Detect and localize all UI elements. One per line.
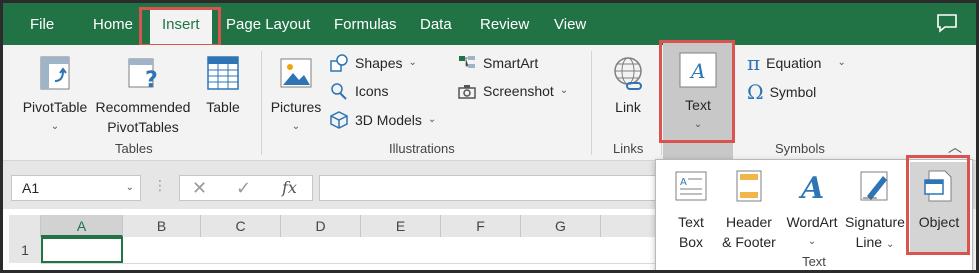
group-label-text: Text — [802, 254, 826, 269]
tab-formulas[interactable]: Formulas — [334, 12, 397, 38]
signature-line-button[interactable]: Signature Line ⌄ — [842, 168, 908, 255]
column-header[interactable] — [601, 215, 657, 237]
chevron-down-icon: ⌄ — [408, 57, 417, 68]
column-header[interactable]: B — [123, 215, 201, 237]
chevron-down-icon: ⌄ — [291, 121, 301, 132]
formula-input[interactable] — [319, 175, 659, 201]
tab-review[interactable]: Review — [480, 12, 529, 38]
svg-text:A: A — [680, 177, 687, 188]
symbol-button[interactable]: Ω Symbol — [747, 82, 816, 102]
recommended-pivottables-icon: ? — [91, 53, 195, 97]
signature-line-icon — [842, 168, 908, 212]
grid-line — [41, 263, 661, 264]
svg-text:A: A — [798, 171, 824, 204]
pictures-icon — [267, 53, 325, 97]
formula-buttons: ✕ ✓ fx — [179, 175, 313, 201]
column-header[interactable]: A — [41, 215, 123, 237]
group-label-tables: Tables — [115, 141, 153, 156]
chevron-down-icon: ⌄ — [559, 85, 569, 96]
tab-file[interactable]: File — [30, 12, 54, 38]
group-separator — [261, 51, 262, 155]
column-header[interactable]: C — [201, 215, 281, 237]
wordart-icon: A — [782, 168, 842, 212]
header-footer-button[interactable]: Header & Footer — [716, 168, 782, 252]
smartart-button[interactable]: SmartArt — [457, 53, 538, 73]
smartart-icon — [459, 56, 475, 68]
camera-icon — [458, 85, 476, 99]
table-icon — [199, 53, 247, 97]
cube-icon — [330, 111, 348, 129]
link-globe-icon — [601, 53, 655, 97]
grip-icon: ⋮ — [153, 177, 167, 193]
row-header[interactable]: 1 — [9, 237, 41, 263]
column-header[interactable]: D — [281, 215, 361, 237]
text-button-highlight — [659, 40, 735, 143]
group-label-illustrations: Illustrations — [389, 141, 455, 156]
cancel-icon[interactable]: ✕ — [192, 178, 207, 199]
tab-data[interactable]: Data — [420, 12, 452, 38]
equation-button[interactable]: π Equation ⌄ — [747, 53, 846, 73]
group-separator — [591, 51, 592, 155]
screenshot-button[interactable]: Screenshot ⌄ — [457, 81, 568, 101]
object-button-highlight — [906, 155, 970, 255]
shapes-button[interactable]: Shapes ⌄ — [329, 53, 417, 73]
column-header[interactable]: F — [441, 215, 521, 237]
column-header[interactable]: G — [521, 215, 601, 237]
tab-home[interactable]: Home — [93, 12, 133, 38]
omega-icon: Ω — [747, 80, 764, 104]
chevron-down-icon: ⌄ — [807, 236, 817, 247]
group-label-links: Links — [613, 141, 644, 156]
link-button[interactable]: Link — [601, 53, 655, 117]
tab-view[interactable]: View — [554, 12, 586, 38]
chevron-down-icon: ⌄ — [837, 57, 846, 68]
insert-tab-highlight — [139, 7, 221, 47]
3d-models-button[interactable]: 3D Models ⌄ — [329, 110, 436, 130]
name-box[interactable]: A1 ⌄ — [11, 175, 141, 201]
comments-icon[interactable] — [936, 13, 958, 33]
icons-button[interactable]: Icons — [329, 81, 388, 101]
icons-icon — [331, 83, 347, 100]
shapes-icon — [330, 54, 348, 72]
chevron-down-icon[interactable]: ⌄ — [126, 176, 134, 200]
pi-icon: π — [747, 51, 761, 75]
insert-function-button[interactable]: fx — [282, 178, 297, 197]
chevron-down-icon: ⌄ — [427, 114, 437, 125]
column-header[interactable]: E — [361, 215, 441, 237]
text-box-icon: A — [666, 168, 716, 212]
chevron-down-icon: ⌄ — [50, 121, 60, 132]
tab-page-layout[interactable]: Page Layout — [226, 12, 310, 38]
selected-cell-a1[interactable] — [41, 237, 123, 263]
pivottable-button[interactable]: PivotTable ⌄ — [15, 53, 95, 137]
header-footer-icon — [716, 168, 782, 212]
check-icon[interactable]: ✓ — [236, 178, 251, 199]
table-button[interactable]: Table — [199, 53, 247, 117]
recommended-pivottables-button[interactable]: ? Recommended PivotTables — [91, 53, 195, 137]
pictures-button[interactable]: Pictures ⌄ — [267, 53, 325, 137]
ribbon: PivotTable ⌄ ? Recommended PivotTables T… — [3, 40, 976, 161]
chevron-down-icon: ⌄ — [885, 239, 895, 250]
collapse-ribbon-icon[interactable]: ︿ — [948, 137, 962, 157]
group-label-symbols: Symbols — [775, 141, 825, 156]
wordart-button[interactable]: A WordArt ⌄ — [782, 168, 842, 252]
pivottable-icon — [15, 53, 95, 97]
select-all-corner[interactable] — [9, 215, 41, 237]
excel-window: File Home Insert Page Layout Formulas Da… — [0, 0, 979, 273]
text-box-button[interactable]: A Text Box — [666, 168, 716, 252]
svg-text:?: ? — [145, 68, 158, 93]
